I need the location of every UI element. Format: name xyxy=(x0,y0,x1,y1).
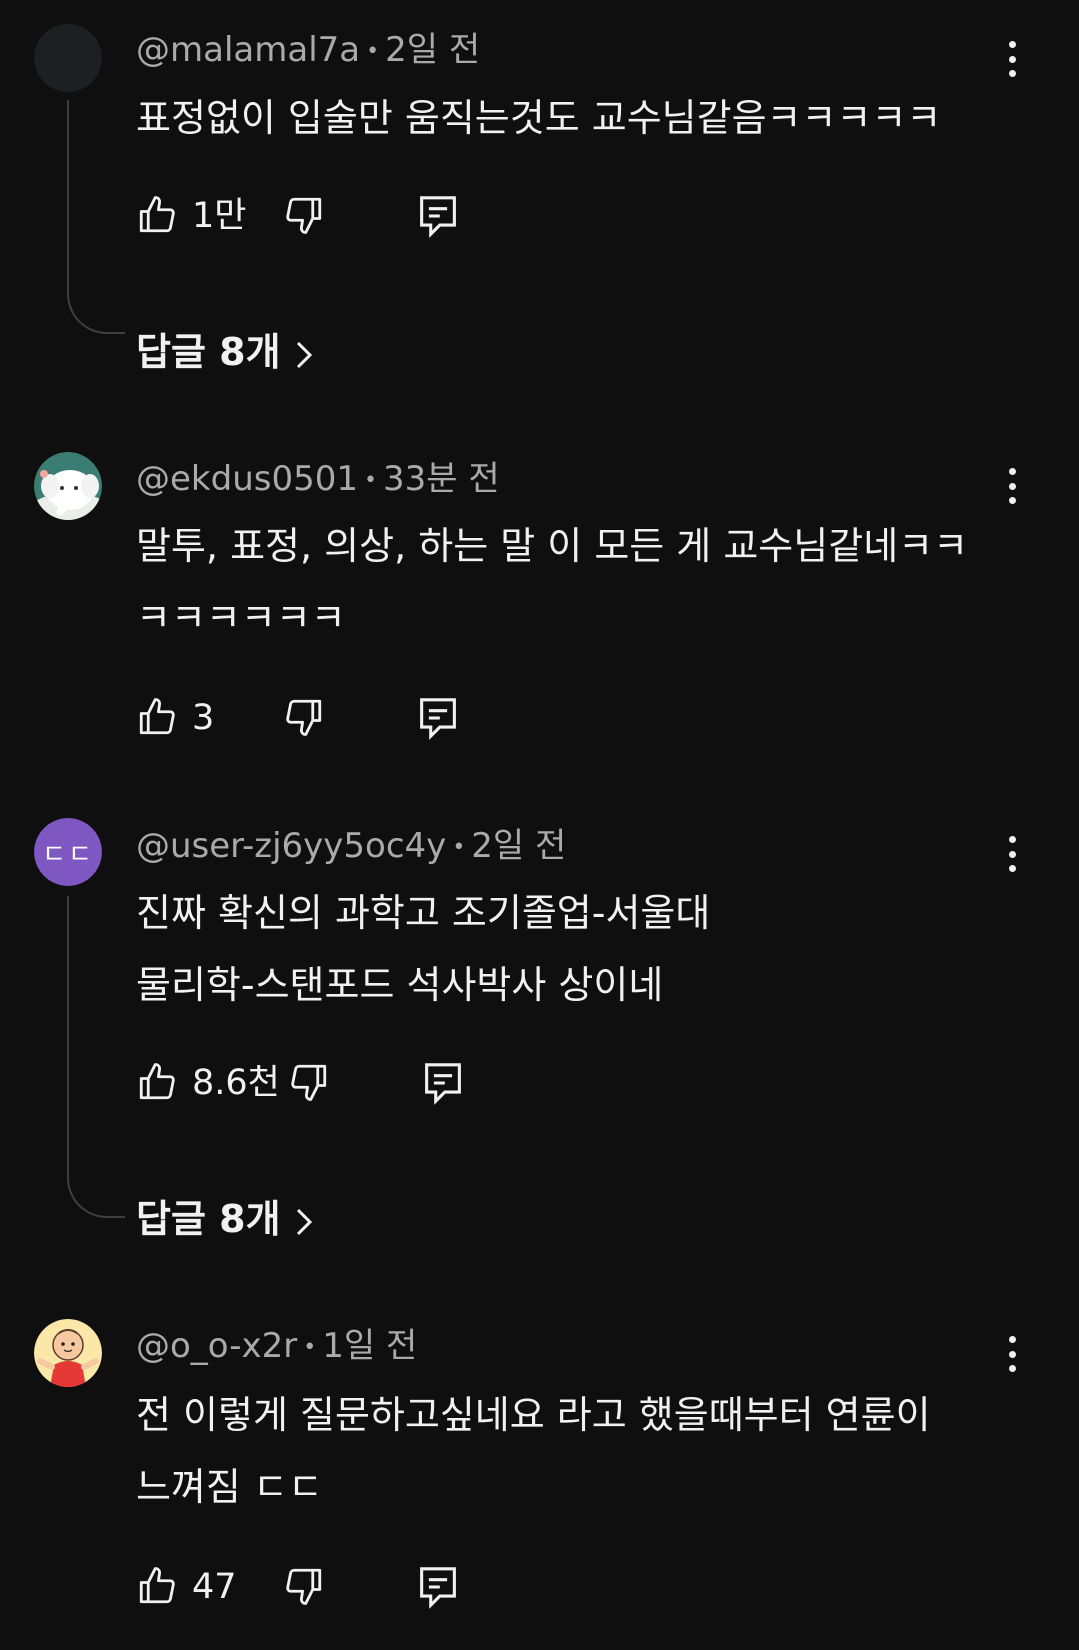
comment-meta: @user-zj6yy5oc4y • 2일 전 xyxy=(136,826,566,868)
comment-text: 표정없이 입술만 움직는것도 교수님같음ㅋㅋㅋㅋㅋ xyxy=(136,82,1016,154)
comment-actions: 8.6천 xyxy=(136,1059,536,1107)
more-options-icon[interactable] xyxy=(994,466,1030,506)
reply-icon[interactable] xyxy=(418,1565,458,1609)
like-count: 3 xyxy=(192,698,215,738)
thumbs-up-icon[interactable] xyxy=(136,1061,178,1103)
comment-meta: @ekdus0501 • 33분 전 xyxy=(136,459,500,501)
comment-text-line: ㅋㅋㅋㅋㅋㅋ xyxy=(136,596,346,640)
comment-text-line: 물리학-스탠포드 석사박사 상이네 xyxy=(136,963,664,1007)
avatar[interactable]: ㄷㄷ xyxy=(34,818,102,886)
avatar-letters: ㄷㄷ xyxy=(42,839,94,870)
more-options-icon[interactable] xyxy=(994,834,1030,874)
comment-text-line: 진짜 확신의 과학고 조기졸업-서울대 xyxy=(136,891,711,935)
thumbs-down-icon[interactable] xyxy=(283,696,325,738)
chevron-right-icon xyxy=(296,341,312,368)
like-count: 1만 xyxy=(192,196,247,236)
thumbs-up-icon[interactable] xyxy=(136,1565,178,1607)
replies-count-label: 답글 8개 xyxy=(136,1197,281,1241)
comment-text-line: 전 이렇게 질문하고싶네요 라고 했을때부터 연륜이 xyxy=(136,1393,931,1437)
comment-actions: 1만 xyxy=(136,192,536,240)
separator-dot: • xyxy=(363,467,377,493)
comment-text-line: 느껴짐 ㄷㄷ xyxy=(136,1465,323,1509)
comment-time[interactable]: 1일 전 xyxy=(322,1326,417,1366)
comment-author[interactable]: @user-zj6yy5oc4y xyxy=(136,826,446,866)
reply-icon[interactable] xyxy=(418,696,458,740)
separator-dot: • xyxy=(452,834,466,860)
separator-dot: • xyxy=(303,1334,317,1360)
view-replies-button[interactable]: 답글 8개 xyxy=(136,330,313,374)
reply-icon[interactable] xyxy=(423,1061,463,1105)
like-count: 8.6천 xyxy=(192,1063,280,1103)
replies-count-label: 답글 8개 xyxy=(136,330,281,374)
thumbs-up-icon[interactable] xyxy=(136,194,178,236)
comment-actions: 3 xyxy=(136,694,536,742)
thumbs-down-icon[interactable] xyxy=(283,1565,325,1607)
thread-line xyxy=(67,100,125,334)
comment-actions: 47 xyxy=(136,1563,536,1611)
comment-author[interactable]: @malamal7a xyxy=(136,30,360,70)
comment-time[interactable]: 33분 전 xyxy=(383,459,500,499)
more-options-icon[interactable] xyxy=(994,1334,1030,1374)
reply-icon[interactable] xyxy=(418,194,458,238)
comment-text: 진짜 확신의 과학고 조기졸업-서울대 물리학-스탠포드 석사박사 상이네 xyxy=(136,877,1016,1021)
comment-text: 전 이렇게 질문하고싶네요 라고 했을때부터 연륜이 느껴짐 ㄷㄷ xyxy=(136,1379,1016,1523)
dark-avatar-icon xyxy=(34,24,102,92)
avatar[interactable] xyxy=(34,452,102,520)
separator-dot: • xyxy=(366,38,380,64)
comment-author[interactable]: @ekdus0501 xyxy=(136,459,358,499)
more-options-icon[interactable] xyxy=(994,39,1030,79)
comment-time[interactable]: 2일 전 xyxy=(385,30,480,70)
comment-meta: @malamal7a • 2일 전 xyxy=(136,30,480,72)
thumbs-down-icon[interactable] xyxy=(283,194,325,236)
comment-text-line: 표정없이 입술만 움직는것도 교수님같음ㅋㅋㅋㅋㅋ xyxy=(136,96,942,140)
comment-time[interactable]: 2일 전 xyxy=(471,826,566,866)
comment-author[interactable]: @o_o-x2r xyxy=(136,1326,297,1366)
chevron-right-icon xyxy=(296,1208,312,1235)
comment-meta: @o_o-x2r • 1일 전 xyxy=(136,1326,417,1368)
comment-text: 말투, 표정, 의상, 하는 말 이 모든 게 교수님같네ㅋㅋ ㅋㅋㅋㅋㅋㅋ xyxy=(136,510,1016,654)
comment-text-line: 말투, 표정, 의상, 하는 말 이 모든 게 교수님같네ㅋㅋ xyxy=(136,524,969,568)
thumbs-down-icon[interactable] xyxy=(288,1061,330,1103)
avatar[interactable] xyxy=(34,1319,102,1387)
view-replies-button[interactable]: 답글 8개 xyxy=(136,1197,313,1241)
thumbs-up-icon[interactable] xyxy=(136,696,178,738)
avatar[interactable] xyxy=(34,24,102,92)
cartoon-boy-avatar-icon xyxy=(34,1319,102,1387)
thread-line xyxy=(67,896,125,1218)
like-count: 47 xyxy=(192,1567,237,1607)
elephant-avatar-icon xyxy=(34,452,102,520)
